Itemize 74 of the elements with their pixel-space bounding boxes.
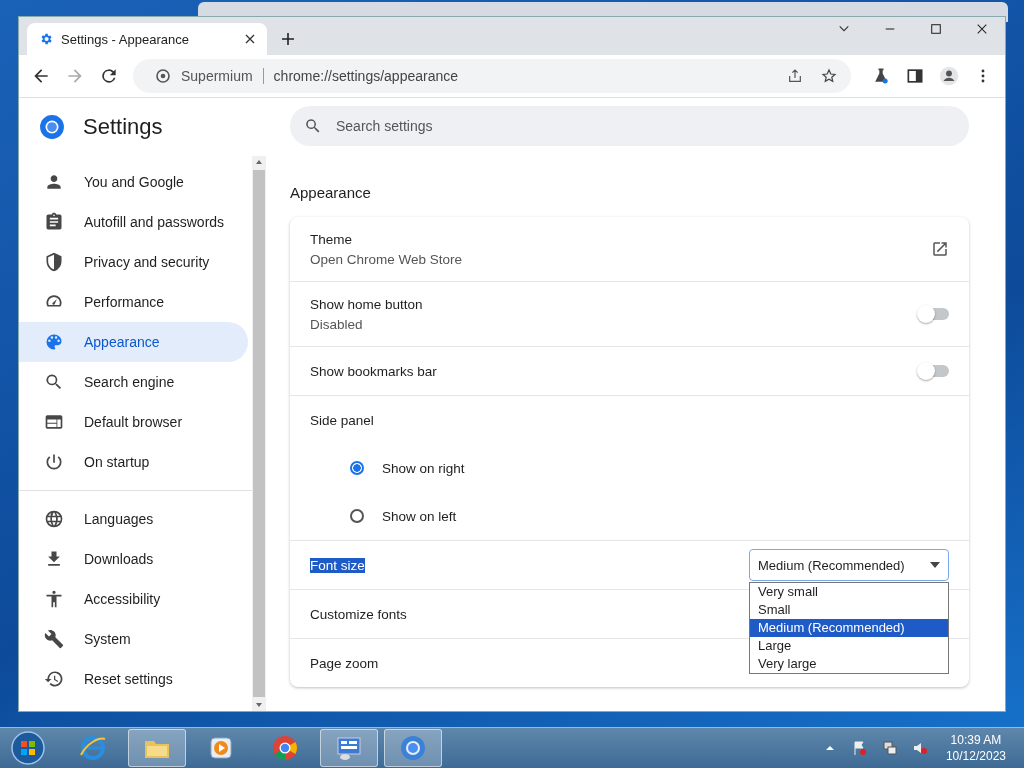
clock[interactable]: 10:39 AM 10/12/2023 — [945, 732, 1006, 764]
browser-window-icon — [44, 412, 64, 432]
search-field[interactable]: Search settings — [290, 106, 969, 146]
start-button-icon[interactable] — [10, 730, 46, 766]
sidebar-item[interactable]: Languages — [19, 499, 248, 539]
sidebar-item[interactable]: Appearance — [19, 322, 248, 362]
scrollbar[interactable] — [252, 156, 266, 711]
shield-icon — [44, 252, 64, 272]
close-icon[interactable] — [245, 34, 255, 44]
accessibility-icon — [44, 589, 64, 609]
sidebar-item[interactable]: System — [19, 619, 248, 659]
setting-label: Side panel — [310, 412, 374, 428]
sidebar-item[interactable]: Privacy and security — [19, 242, 248, 282]
dropdown-option[interactable]: Very large — [750, 655, 948, 673]
share-icon[interactable] — [787, 68, 803, 84]
clipboard-icon — [44, 212, 64, 232]
sidebar-item[interactable]: Performance — [19, 282, 248, 322]
sidebar-item[interactable]: You and Google — [19, 162, 248, 202]
maximize-icon[interactable] — [930, 23, 942, 35]
search-icon — [44, 372, 64, 392]
chrome-icon — [270, 733, 300, 763]
sidebar-item[interactable]: Search engine — [19, 362, 248, 402]
sidebar-item[interactable]: Accessibility — [19, 579, 248, 619]
power-icon — [44, 452, 64, 472]
profile-avatar-icon[interactable] — [939, 66, 959, 86]
search-icon — [304, 117, 322, 135]
sidebar-item[interactable]: Default browser — [19, 402, 248, 442]
dropdown-option[interactable]: Small — [750, 601, 948, 619]
setting-status: Disabled — [310, 316, 364, 332]
browser-tab[interactable]: Settings - Appearance — [27, 23, 267, 55]
palette-icon — [44, 332, 64, 352]
sidebar-item[interactable]: Downloads — [19, 539, 248, 579]
sidebar-item[interactable]: Autofill and passwords — [19, 202, 248, 242]
new-tab-icon[interactable] — [281, 32, 295, 46]
font-size-dropdown[interactable]: Medium (Recommended) — [749, 549, 949, 581]
address-bar[interactable]: Supermium chrome://settings/appearance — [133, 59, 851, 93]
history-icon — [44, 669, 64, 689]
reload-icon[interactable] — [99, 66, 119, 86]
gear-icon — [39, 32, 53, 46]
globe-icon — [44, 509, 64, 529]
setting-label: Customize fonts — [310, 606, 407, 622]
setting-label: Show home button — [310, 296, 423, 312]
side-panel-icon[interactable] — [905, 66, 925, 86]
dropdown-option[interactable]: Very small — [750, 583, 948, 601]
chromium-icon — [398, 733, 428, 763]
chromium-logo-icon — [39, 114, 65, 140]
radio-label: Show on left — [382, 508, 457, 524]
dropdown-option[interactable]: Large — [750, 637, 948, 655]
browser-e-icon — [78, 733, 108, 763]
toggle-switch[interactable] — [919, 308, 949, 320]
close-icon[interactable] — [976, 23, 988, 35]
radio-label: Show on right — [382, 460, 465, 476]
speaker-muted-icon[interactable] — [911, 740, 928, 756]
site-info-icon — [155, 68, 171, 84]
taskbar-button[interactable] — [384, 729, 442, 767]
section-title: Appearance — [290, 184, 372, 201]
settings-title: Settings — [83, 114, 163, 140]
toggle-switch[interactable] — [919, 365, 949, 377]
setting-label: Show bookmarks bar — [310, 363, 437, 379]
setting-label: Page zoom — [310, 655, 379, 671]
sidebar-item[interactable]: On startup — [19, 442, 248, 482]
dropdown-option[interactable]: Medium (Recommended) — [750, 619, 948, 637]
wrench-icon — [44, 629, 64, 649]
caret-icon — [930, 562, 940, 568]
flag-icon[interactable] — [851, 740, 868, 756]
settings-row[interactable]: Theme Open Chrome Web Store — [290, 217, 969, 281]
sidebar-item[interactable]: Reset settings — [19, 659, 248, 699]
star-icon[interactable] — [821, 68, 837, 84]
radio-button[interactable] — [350, 461, 364, 475]
external-link-icon[interactable] — [931, 240, 949, 258]
taskbar-button[interactable] — [320, 729, 378, 767]
radio-button[interactable] — [350, 509, 364, 523]
network-icon[interactable] — [881, 740, 898, 756]
setting-label: Font size — [310, 557, 365, 573]
